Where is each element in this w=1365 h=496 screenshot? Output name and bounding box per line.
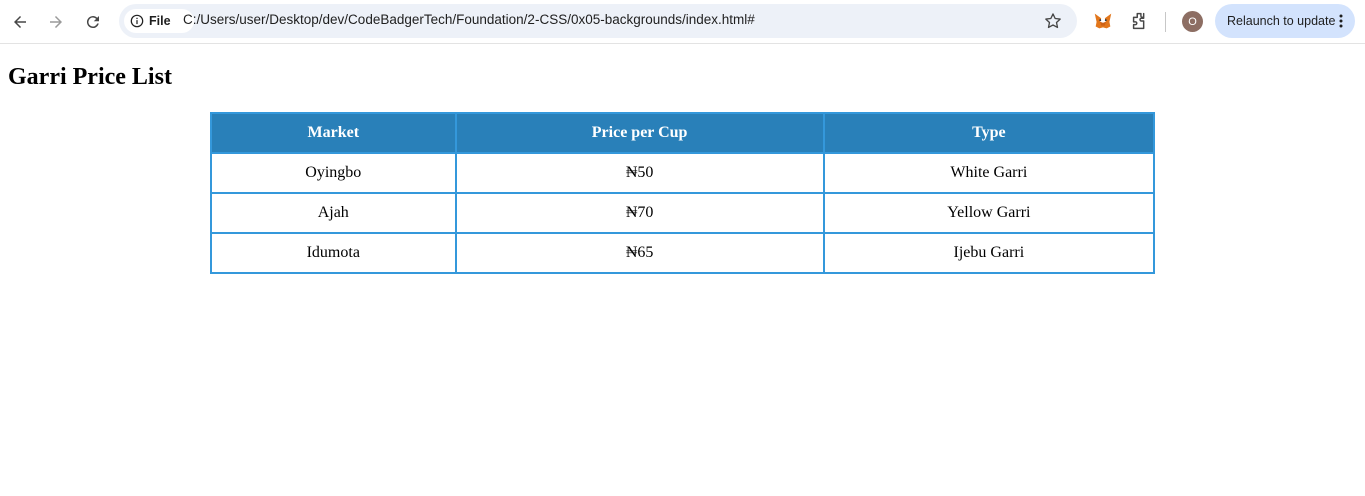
cell-price: ₦70 xyxy=(454,192,825,234)
back-button[interactable] xyxy=(6,8,34,36)
forward-icon xyxy=(50,16,62,28)
reload-icon xyxy=(86,16,99,29)
cell-type: White Garri xyxy=(822,152,1156,194)
page-title: Garri Price List xyxy=(8,64,172,90)
table-row: Idumota ₦65 Ijebu Garri xyxy=(210,232,1156,274)
cell-market: Idumota xyxy=(210,232,457,274)
address-bar[interactable]: File C:/Users/user/Desktop/dev/CodeBadge… xyxy=(119,4,1077,38)
extensions-icon[interactable] xyxy=(1129,10,1151,32)
relaunch-button[interactable]: Relaunch to update xyxy=(1215,4,1355,38)
site-info-label: File xyxy=(149,14,171,28)
toolbar-separator xyxy=(1165,12,1166,32)
cell-price: ₦65 xyxy=(454,232,825,274)
cell-market: Ajah xyxy=(210,192,457,234)
cell-market: Oyingbo xyxy=(210,152,457,194)
metamask-icon[interactable] xyxy=(1092,10,1114,32)
table-header-row: Market Price per Cup Type xyxy=(210,112,1156,154)
header-price: Price per Cup xyxy=(454,112,825,154)
header-type: Type xyxy=(822,112,1156,154)
reload-button[interactable] xyxy=(79,8,107,36)
price-table: Market Price per Cup Type Oyingbo ₦50 Wh… xyxy=(210,112,1156,274)
back-icon xyxy=(14,16,26,28)
relaunch-label: Relaunch to update xyxy=(1227,14,1336,28)
table-row: Ajah ₦70 Yellow Garri xyxy=(210,192,1156,234)
cell-type: Yellow Garri xyxy=(822,192,1156,234)
table-row: Oyingbo ₦50 White Garri xyxy=(210,152,1156,194)
url-text[interactable]: C:/Users/user/Desktop/dev/CodeBadgerTech… xyxy=(183,12,755,27)
cell-price: ₦50 xyxy=(454,152,825,194)
menu-icon[interactable] xyxy=(1333,13,1349,29)
profile-avatar[interactable]: O xyxy=(1182,11,1203,32)
header-market: Market xyxy=(210,112,457,154)
browser-toolbar: File C:/Users/user/Desktop/dev/CodeBadge… xyxy=(0,0,1365,44)
forward-button[interactable] xyxy=(42,8,70,36)
cell-type: Ijebu Garri xyxy=(822,232,1156,274)
star-icon[interactable] xyxy=(1043,11,1063,31)
info-icon xyxy=(130,14,144,28)
